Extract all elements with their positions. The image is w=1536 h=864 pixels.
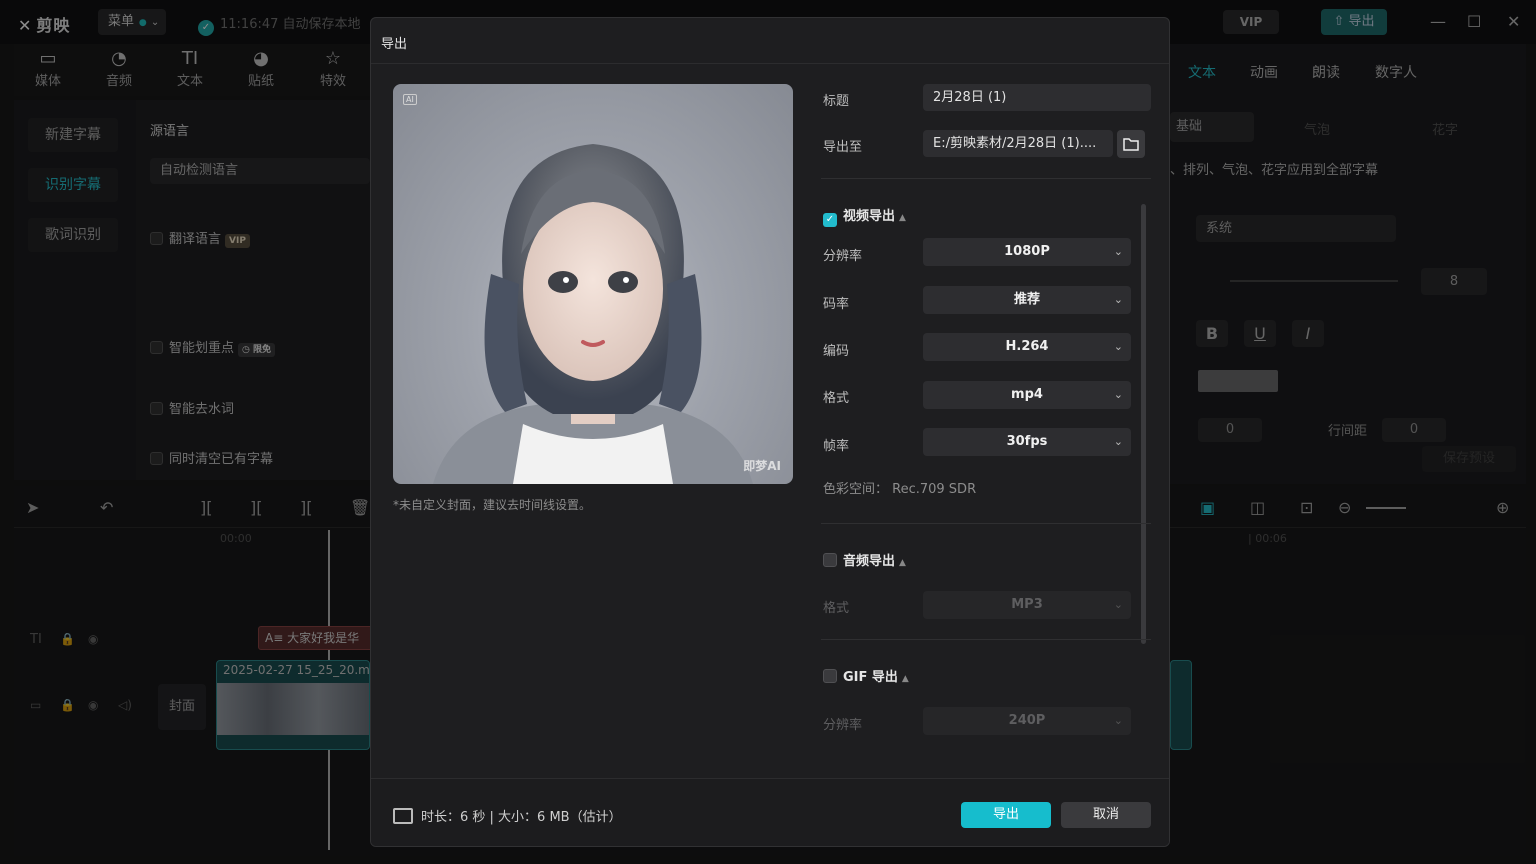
cover-watermark: 即梦AI bbox=[743, 459, 781, 473]
audio-format-value: MP3 bbox=[1011, 597, 1043, 612]
audio-format-select[interactable]: MP3 ⌄ bbox=[923, 591, 1131, 619]
gif-export-checkbox[interactable] bbox=[823, 669, 837, 683]
bitrate-select[interactable]: 推荐 ⌄ bbox=[923, 286, 1131, 314]
bitrate-value: 推荐 bbox=[1013, 292, 1040, 307]
divider bbox=[821, 178, 1151, 179]
dialog-footer: 时长：6 秒 | 大小：6 MB（估计） 导出 取消 bbox=[371, 778, 1169, 846]
framerate-value: 30fps bbox=[1006, 434, 1048, 449]
title-input[interactable]: 2月28日 (1) bbox=[923, 84, 1151, 111]
resolution-value: 1080P bbox=[1004, 244, 1050, 259]
chevron-down-icon: ⌄ bbox=[1113, 245, 1123, 258]
audio-export-toggle[interactable]: 音频导出 ▲ bbox=[823, 550, 906, 569]
chevron-down-icon: ⌄ bbox=[1113, 435, 1123, 448]
resolution-select[interactable]: 1080P ⌄ bbox=[923, 238, 1131, 266]
title-label: 标题 bbox=[823, 94, 850, 109]
codec-select[interactable]: H.264 ⌄ bbox=[923, 333, 1131, 361]
cover-image bbox=[433, 144, 753, 484]
format-select[interactable]: mp4 ⌄ bbox=[923, 381, 1131, 409]
chevron-down-icon: ⌄ bbox=[1113, 293, 1123, 306]
cover-note: *未自定义封面，建议去时间线设置。 bbox=[393, 498, 592, 512]
resolution-label: 分辨率 bbox=[823, 249, 863, 264]
folder-icon[interactable] bbox=[1117, 130, 1145, 158]
gif-resolution-select[interactable]: 240P ⌄ bbox=[923, 707, 1131, 735]
chevron-down-icon: ⌄ bbox=[1113, 598, 1123, 611]
cancel-button[interactable]: 取消 bbox=[1061, 802, 1151, 828]
codec-label: 编码 bbox=[823, 344, 850, 359]
chevron-down-icon: ⌄ bbox=[1113, 340, 1123, 353]
audio-format-label: 格式 bbox=[823, 601, 850, 616]
collapse-caret-icon[interactable]: ▲ bbox=[899, 558, 906, 568]
format-value: mp4 bbox=[1011, 387, 1043, 402]
color-space-info: 色彩空间： Rec.709 SDR bbox=[823, 482, 977, 497]
export-summary: 时长：6 秒 | 大小：6 MB（估计） bbox=[393, 806, 622, 825]
divider bbox=[821, 639, 1151, 640]
settings-scrollbar[interactable] bbox=[1141, 204, 1146, 644]
chevron-down-icon: ⌄ bbox=[1113, 388, 1123, 401]
video-export-toggle[interactable]: ✓ 视频导出 ▲ bbox=[823, 205, 906, 227]
video-export-title: 视频导出 bbox=[843, 209, 896, 224]
export-to-label: 导出至 bbox=[823, 140, 863, 155]
gif-resolution-value: 240P bbox=[1008, 713, 1046, 728]
folder-icon-svg bbox=[1123, 138, 1139, 151]
chevron-down-icon: ⌄ bbox=[1113, 714, 1123, 727]
audio-export-title: 音频导出 bbox=[843, 554, 896, 569]
film-icon bbox=[393, 808, 413, 824]
framerate-select[interactable]: 30fps ⌄ bbox=[923, 428, 1131, 456]
export-summary-text: 时长：6 秒 | 大小：6 MB（估计） bbox=[421, 810, 622, 825]
collapse-caret-icon[interactable]: ▲ bbox=[902, 674, 909, 684]
gif-export-toggle[interactable]: GIF 导出 ▲ bbox=[823, 666, 909, 685]
divider bbox=[821, 523, 1151, 524]
export-dialog: 导出 AI 即梦AI *未自定义封面，建议去时间线设置。 标题 2月28日 (1… bbox=[370, 17, 1170, 847]
dialog-header: 导出 bbox=[371, 18, 1169, 64]
dialog-title: 导出 bbox=[381, 37, 408, 52]
video-export-checkbox[interactable]: ✓ bbox=[823, 213, 837, 227]
gif-export-title: GIF 导出 bbox=[843, 670, 898, 685]
codec-value: H.264 bbox=[1005, 339, 1049, 354]
collapse-caret-icon[interactable]: ▲ bbox=[899, 213, 906, 223]
gif-resolution-label: 分辨率 bbox=[823, 718, 863, 733]
cover-preview[interactable]: AI 即梦AI bbox=[393, 84, 793, 484]
audio-export-checkbox[interactable] bbox=[823, 553, 837, 567]
bitrate-label: 码率 bbox=[823, 297, 850, 312]
export-button[interactable]: 导出 bbox=[961, 802, 1051, 828]
ai-badge: AI bbox=[403, 94, 417, 105]
format-label: 格式 bbox=[823, 391, 850, 406]
export-path-input[interactable]: E:/剪映素材/2月28日 (1).... bbox=[923, 130, 1113, 157]
framerate-label: 帧率 bbox=[823, 439, 850, 454]
